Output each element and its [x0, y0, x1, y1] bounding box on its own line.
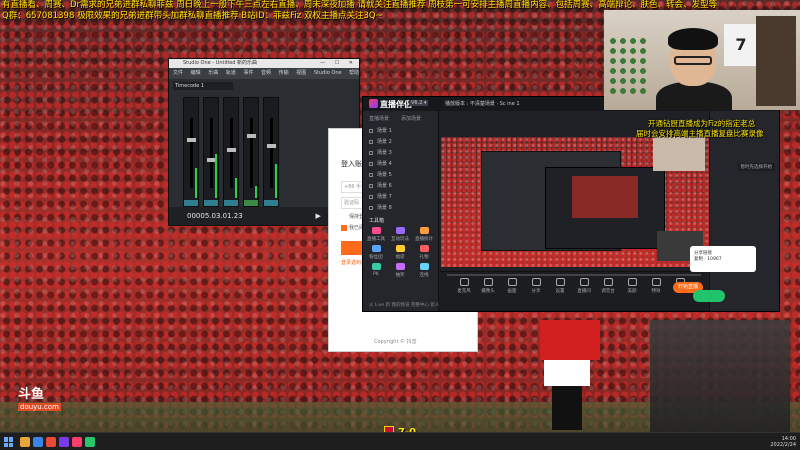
scene-item[interactable]: 场景 1 [369, 127, 392, 134]
plant [608, 36, 648, 96]
tool-fans[interactable]: 粉丝团 [365, 245, 387, 260]
overlay-line-2: 届时会安排高端主播直播复盘比赛录像 [636, 129, 764, 138]
menu-item[interactable]: 传输 [279, 70, 289, 76]
window-controls-icon[interactable]: — ☐ ✕ [320, 59, 357, 68]
tray-date: 2022/2/24 [770, 442, 796, 448]
tab-add-scene[interactable]: 添加场景 [401, 115, 421, 122]
logo-sub: douyu.com [18, 403, 61, 411]
scene-item[interactable]: 场景 5 [369, 171, 392, 178]
sidebar-footer[interactable]: 火 Live 新 我的频道 完整中心 新人帮助 [369, 302, 448, 308]
scene-title: 播放版本 : 不清楚场景 · Sc ine 1 [445, 101, 520, 107]
menu-item[interactable]: 视图 [296, 70, 306, 76]
player-figure [530, 320, 610, 432]
tool-lottery[interactable]: 抽奖 [389, 263, 411, 278]
menu-item[interactable]: 轨道 [226, 70, 236, 76]
system-tray[interactable]: 14:00 2022/2/24 [770, 436, 796, 448]
tool-pk[interactable]: PK [365, 263, 387, 277]
taskbar-studio-icon[interactable] [59, 437, 69, 447]
share-card: 分享链接 复制 · 10967 [690, 246, 756, 272]
mixer-button[interactable]: 调音台 [597, 278, 619, 294]
taskbar-apps [20, 437, 95, 447]
studio-menubar: 文件 编辑 乐曲 轨道 事件 音频 传输 视图 Studio One 帮助 [169, 68, 359, 79]
shelf [756, 16, 796, 106]
tool-interaction[interactable]: 互动玩法 [389, 227, 411, 242]
agree-checkbox[interactable] [341, 225, 347, 231]
douyu-logo: 斗鱼 douyu.com [18, 383, 61, 413]
wall-jersey: 7 [724, 24, 758, 66]
scene-item[interactable]: 场景 6 [369, 182, 392, 189]
stream-preview[interactable] [441, 137, 709, 267]
cameraman-figure [650, 320, 790, 432]
tool-stats[interactable]: 直播统计 [413, 227, 435, 242]
track-name[interactable]: Timecode 1 [173, 82, 233, 90]
settings-button[interactable]: 设置 [549, 278, 571, 294]
scene-item[interactable]: 场景 3 [369, 149, 392, 156]
mixer-channel[interactable] [263, 97, 279, 207]
version-badge[interactable]: V6.2 ▾ [409, 100, 429, 106]
tool-link[interactable]: 连线 [413, 263, 435, 278]
taskbar-browser-icon[interactable] [33, 437, 43, 447]
preview-facecam [653, 137, 705, 171]
notice-badge: 暂时先选择开始 [737, 163, 775, 171]
mixer-channel[interactable] [243, 97, 259, 207]
tool-lucky-bag[interactable]: 福袋 [389, 245, 411, 260]
streamer-facecam: 7 [604, 10, 800, 110]
streamer [656, 28, 732, 110]
timecode-display: 00005.03.01.23 [187, 212, 243, 220]
app-name: 直播伴侣 [380, 100, 412, 109]
mixer-channel[interactable] [203, 97, 219, 207]
share-button[interactable]: 分享 [525, 278, 547, 294]
toolbox-title: 工具箱 [369, 218, 385, 224]
mic-button[interactable]: 麦克风 [453, 278, 475, 294]
scene-item[interactable]: 场景 7 [369, 193, 392, 200]
login-footer: Copyright © 抖音 [374, 339, 417, 345]
scene-item[interactable]: 场景 4 [369, 160, 392, 167]
companion-sidebar: 直播场景 添加场景 场景 1 场景 2 场景 3 场景 4 场景 5 场景 6 … [363, 111, 448, 311]
menu-item[interactable]: 乐曲 [208, 70, 218, 76]
tool-gift[interactable]: 礼物 [413, 245, 435, 260]
menu-item[interactable]: Studio One [314, 70, 342, 76]
scene-item[interactable]: 场景 8 [369, 204, 392, 211]
mixer-channel[interactable] [223, 97, 239, 207]
share-card-line-2: 复制 · 10967 [694, 257, 722, 262]
start-menu-icon[interactable] [4, 437, 14, 447]
menu-item[interactable]: 文件 [173, 70, 183, 76]
studio-titlebar[interactable]: Studio One - Untitled 新的乐曲 — ☐ ✕ [169, 59, 359, 68]
menu-item[interactable]: 事件 [243, 70, 253, 76]
companion-logo: 直播伴侣 [369, 99, 412, 110]
room-button[interactable]: 直播间 [573, 278, 595, 294]
logo-text: 斗鱼 [18, 387, 45, 402]
companion-bottom-bar: 麦克风 摄像头 画面 分享 设置 直播间 调音台 美颜 特效 更多 开始直播 [439, 271, 709, 311]
tab-live-scene[interactable]: 直播场景 [369, 115, 389, 122]
taskbar-app-icon[interactable] [46, 437, 56, 447]
taskbar-folder-icon[interactable] [20, 437, 30, 447]
beauty-button[interactable]: 美颜 [621, 278, 643, 294]
menu-item[interactable]: 编辑 [191, 70, 201, 76]
app-logo-icon [369, 99, 378, 108]
companion-right-panel: 暂时先选择开始 [709, 111, 779, 311]
mixer-channel[interactable] [183, 97, 199, 207]
taskbar-live-icon[interactable] [72, 437, 82, 447]
tool-live-tools[interactable]: 直播工具 [365, 227, 387, 242]
screen-button[interactable]: 画面 [501, 278, 523, 294]
windows-taskbar: 14:00 2022/2/24 [0, 432, 800, 450]
taskbar-chat-icon[interactable] [85, 437, 95, 447]
studio-title: Studio One - Untitled 新的乐曲 [183, 60, 258, 66]
volume-slider[interactable] [447, 274, 701, 276]
menu-item[interactable]: 帮助 [349, 70, 359, 76]
camera-button[interactable]: 摄像头 [477, 278, 499, 294]
green-action-button[interactable] [693, 290, 725, 302]
scene-item[interactable]: 场景 2 [369, 138, 392, 145]
ticker-line-2: Q群：657081398 极限效果的兄弟进群带头加群私聊直播推荐 B站ID：菲兹… [2, 11, 383, 21]
menu-item[interactable]: 音频 [261, 70, 271, 76]
effects-button[interactable]: 特效 [645, 278, 667, 294]
preview-nested-capture [545, 167, 665, 249]
